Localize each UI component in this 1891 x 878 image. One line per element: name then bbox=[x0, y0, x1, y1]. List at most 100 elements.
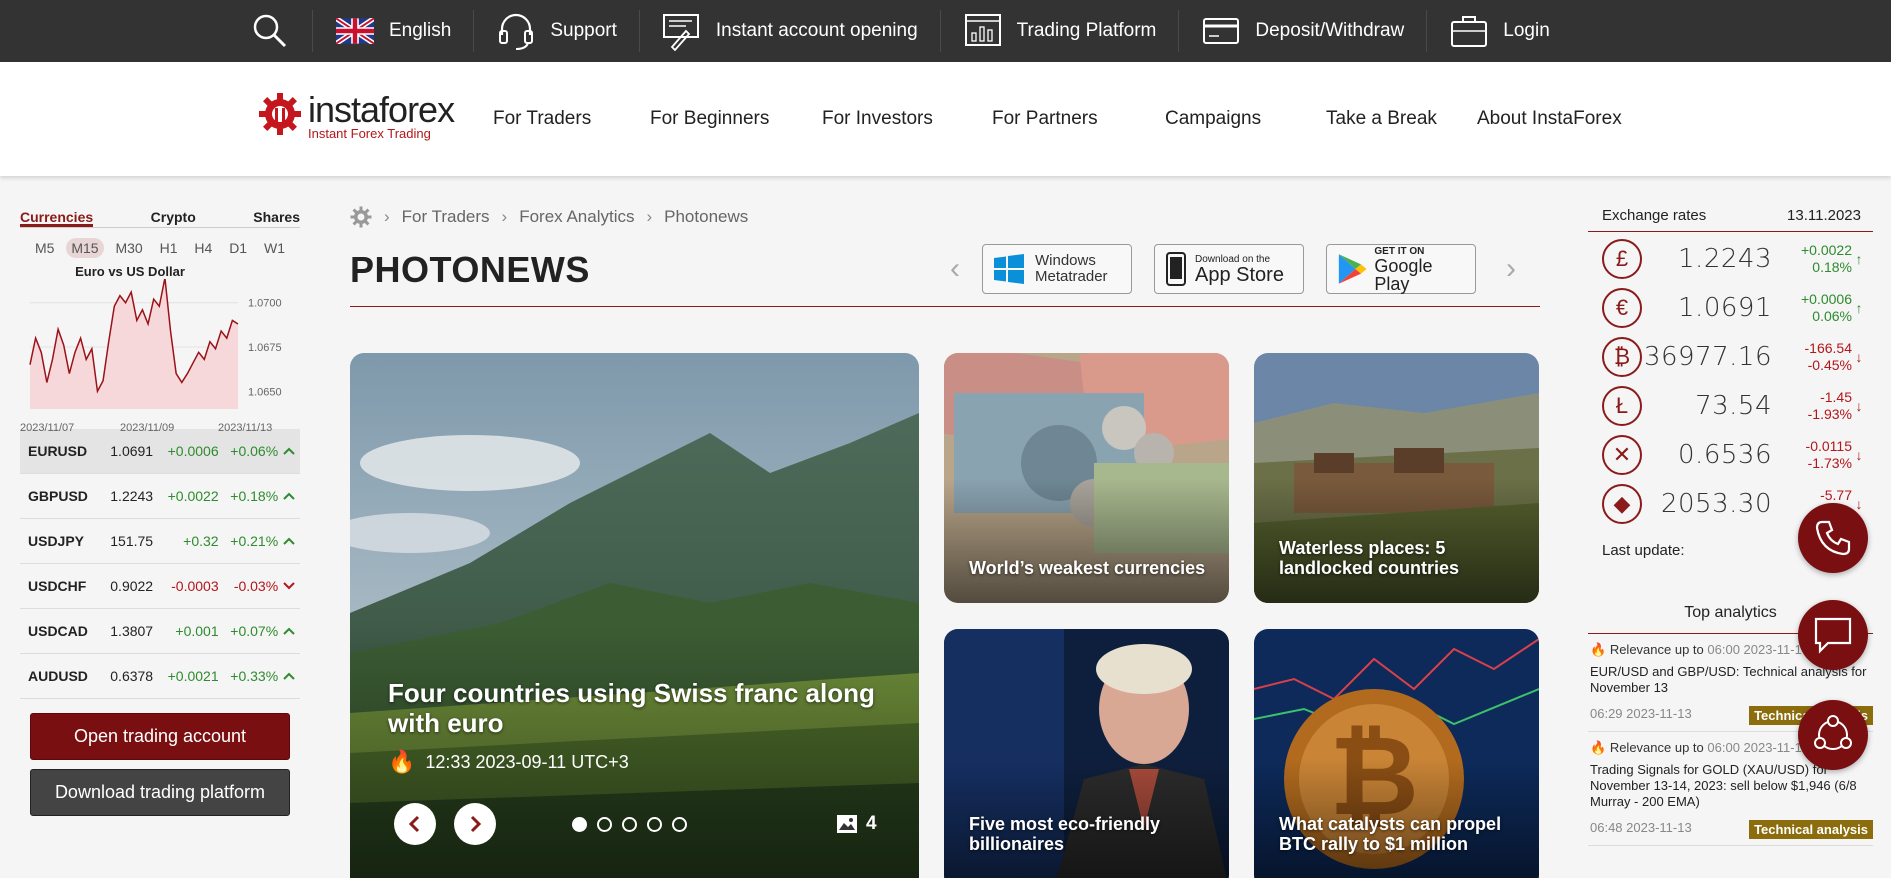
tf-d1[interactable]: D1 bbox=[224, 238, 252, 258]
nav-about[interactable]: About InstaForex bbox=[1477, 108, 1622, 130]
language-label: English bbox=[389, 20, 452, 41]
pair-row-usdjpy[interactable]: USDJPY 151.75 +0.32 +0.21% bbox=[20, 519, 300, 564]
rate-value: 36977.16 bbox=[1643, 341, 1772, 372]
tf-m30[interactable]: M30 bbox=[110, 238, 147, 258]
chevron-right-icon: › bbox=[646, 207, 653, 226]
pair-row-usdcad[interactable]: USDCAD 1.3807 +0.001 +0.07% bbox=[20, 609, 300, 654]
photonews-card-billionaires[interactable]: Five most eco-friendly billionaires bbox=[944, 629, 1229, 878]
deposit-withdraw-link[interactable]: Deposit/Withdraw bbox=[1201, 0, 1404, 62]
tab-currencies[interactable]: Currencies bbox=[20, 200, 94, 227]
nav-take-a-break[interactable]: Take a Break bbox=[1326, 108, 1437, 130]
exchange-rates-header: Exchange rates 13.11.2023 bbox=[1588, 200, 1873, 232]
rate-change-pct: -1.93% bbox=[1807, 405, 1852, 422]
chevron-left-icon[interactable]: ‹ bbox=[950, 252, 960, 286]
pair-change: +0.001 bbox=[175, 623, 219, 639]
pair-row-audusd[interactable]: AUDUSD 0.6378 +0.0021 +0.33% bbox=[20, 654, 300, 699]
mini-chart[interactable]: 1.0700 1.0675 1.0650 2023/11/07 2023/11/09 20… bbox=[20, 277, 300, 434]
breadcrumb-forex-analytics[interactable]: Forex Analytics bbox=[519, 207, 634, 227]
chevron-up-icon bbox=[278, 624, 300, 638]
market-tabs: Currencies Crypto Shares bbox=[20, 200, 300, 228]
pair-row-gbpusd[interactable]: GBPUSD 1.2243 +0.0022 +0.18% bbox=[20, 474, 300, 519]
tf-m5[interactable]: M5 bbox=[30, 238, 59, 258]
appstore-line1: Download on the bbox=[1195, 253, 1271, 265]
chart-window-icon bbox=[963, 11, 1003, 51]
nav-for-beginners[interactable]: For Beginners bbox=[650, 108, 769, 130]
tf-h4[interactable]: H4 bbox=[189, 238, 217, 258]
currency-pairs-list: EURUSD 1.0691 +0.0006 +0.06% GBPUSD 1.2243 +0.… bbox=[20, 429, 300, 699]
document-pen-icon bbox=[662, 11, 702, 51]
rate-change-abs: +0.0006 bbox=[1801, 290, 1852, 307]
rate-row[interactable]: €1.0691 +0.0006 0.06% ↑ bbox=[1588, 283, 1873, 332]
next-slide-button[interactable] bbox=[454, 803, 496, 845]
arrow-up-icon: ↑ bbox=[1855, 250, 1863, 267]
share-button[interactable] bbox=[1798, 700, 1868, 770]
featured-photonews-card[interactable]: Four countries using Swiss franc along w… bbox=[350, 353, 919, 878]
slide-dot[interactable] bbox=[672, 817, 687, 832]
rate-row[interactable]: ₿ 36977.16 -166.54 -0.45% ↓ bbox=[1588, 332, 1873, 381]
call-button[interactable] bbox=[1798, 503, 1868, 573]
rate-change-pct: -1.73% bbox=[1807, 454, 1852, 471]
pair-value: 1.0691 bbox=[110, 443, 154, 459]
card-caption: World’s weakest currencies bbox=[969, 558, 1206, 578]
download-platform-button[interactable]: Download trading platform bbox=[30, 769, 290, 816]
account-opening-link[interactable]: Instant account opening bbox=[662, 0, 918, 62]
analytics-meta: 06:48 2023-11-13 Technical analysis bbox=[1590, 820, 1873, 839]
rate-row[interactable]: £1.2243 +0.0022 0.18% ↑ bbox=[1588, 234, 1873, 283]
fire-icon: 🔥 bbox=[1590, 740, 1607, 755]
analytics-badge[interactable]: Technical analysis bbox=[1749, 820, 1873, 839]
rate-value: 73.54 bbox=[1695, 390, 1772, 421]
nav-campaigns[interactable]: Campaigns bbox=[1165, 108, 1261, 130]
account-opening-label: Instant account opening bbox=[715, 20, 918, 41]
tf-w1[interactable]: W1 bbox=[259, 238, 290, 258]
photonews-card-currencies[interactable]: World’s weakest currencies bbox=[944, 353, 1229, 603]
nav-for-partners[interactable]: For Partners bbox=[992, 108, 1098, 130]
google-play-icon bbox=[1338, 254, 1367, 284]
support-link[interactable]: Support bbox=[496, 0, 617, 62]
google-play-button[interactable]: GET IT ON Google Play bbox=[1326, 244, 1476, 294]
rate-change: +0.0022 0.18% bbox=[1772, 242, 1852, 276]
photonews-card-btc[interactable]: ₿ What catalysts can propel BTC rally to… bbox=[1254, 629, 1539, 878]
tf-m15[interactable]: M15 bbox=[66, 238, 104, 258]
tf-h1[interactable]: H1 bbox=[155, 238, 183, 258]
app-store-button[interactable]: Download on the App Store bbox=[1154, 244, 1304, 294]
featured-time: 12:33 2023-09-11 UTC+3 bbox=[425, 751, 629, 772]
login-link[interactable]: Login bbox=[1449, 0, 1550, 62]
tab-crypto[interactable]: Crypto bbox=[151, 200, 196, 227]
trading-platform-label: Trading Platform bbox=[1016, 20, 1157, 41]
breadcrumb-for-traders[interactable]: For Traders bbox=[402, 207, 490, 227]
mountain-landscape-image bbox=[350, 353, 919, 878]
chevron-right-icon bbox=[470, 815, 482, 833]
search-button[interactable] bbox=[250, 0, 290, 62]
rate-change: -1.45 -1.93% bbox=[1772, 389, 1852, 423]
pair-row-usdchf[interactable]: USDCHF 0.9022 -0.0003 -0.03% bbox=[20, 564, 300, 609]
slide-dot[interactable] bbox=[647, 817, 662, 832]
photonews-card-landlocked[interactable]: Waterless places: 5 landlocked countries bbox=[1254, 353, 1539, 603]
nav-for-traders[interactable]: For Traders bbox=[493, 108, 591, 130]
rate-row[interactable]: ✕ 0.6536 -0.0115 -1.73% ↓ bbox=[1588, 430, 1873, 479]
open-account-button[interactable]: Open trading account bbox=[30, 713, 290, 760]
home-gear-icon[interactable] bbox=[350, 206, 372, 228]
left-sidebar: Currencies Crypto Shares M5 M15 M30 H1 H… bbox=[20, 200, 300, 816]
chart-y-tick: 1.0675 bbox=[248, 342, 282, 354]
slide-dot[interactable] bbox=[622, 817, 637, 832]
rate-change: +0.0006 0.06% bbox=[1772, 291, 1852, 325]
chat-button[interactable] bbox=[1798, 600, 1868, 670]
briefcase-icon bbox=[1449, 11, 1489, 51]
windows-metatrader-button[interactable]: Windows Metatrader bbox=[982, 244, 1132, 294]
tab-shares[interactable]: Shares bbox=[253, 200, 300, 227]
slide-dot[interactable] bbox=[597, 817, 612, 832]
slide-dot-active[interactable] bbox=[572, 817, 587, 832]
rate-change-abs: -0.0115 bbox=[1805, 437, 1852, 454]
prev-slide-button[interactable] bbox=[394, 803, 436, 845]
slide-dots bbox=[572, 817, 687, 832]
chart-x-tick: 2023/11/13 bbox=[218, 422, 272, 434]
photo-count: 4 bbox=[836, 813, 877, 835]
rate-row[interactable]: Ł 73.54 -1.45 -1.93% ↓ bbox=[1588, 381, 1873, 430]
pair-name: GBPUSD bbox=[28, 488, 88, 504]
language-selector[interactable]: English bbox=[335, 0, 451, 62]
trading-platform-link[interactable]: Trading Platform bbox=[963, 0, 1157, 62]
analytics-time: 06:29 2023-11-13 bbox=[1590, 706, 1692, 721]
analytics-time: 06:48 2023-11-13 bbox=[1590, 820, 1692, 835]
chevron-right-icon[interactable]: › bbox=[1506, 252, 1516, 286]
nav-for-investors[interactable]: For Investors bbox=[822, 108, 933, 130]
